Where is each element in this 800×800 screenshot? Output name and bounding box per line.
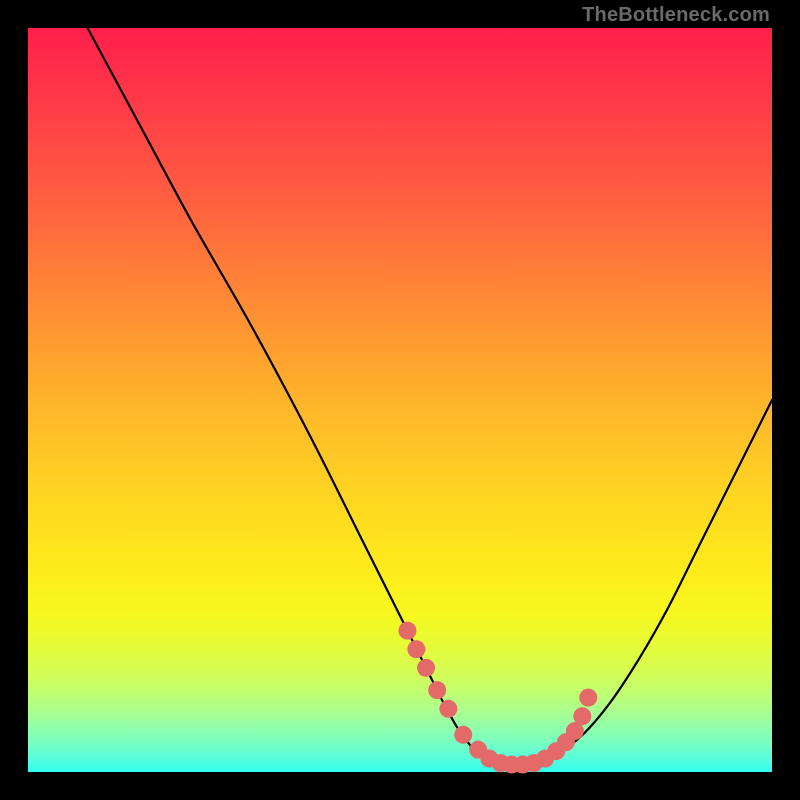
highlight-dot: [579, 689, 597, 707]
highlight-dot: [454, 726, 472, 744]
bottleneck-curve: [88, 28, 772, 765]
highlight-dot: [398, 622, 416, 640]
highlight-dot: [407, 640, 425, 658]
watermark-text: TheBottleneck.com: [582, 4, 770, 27]
highlight-dot: [417, 659, 435, 677]
highlight-dot: [439, 700, 457, 718]
highlight-dot: [428, 681, 446, 699]
highlight-dot: [573, 707, 591, 725]
chart-svg: [28, 28, 772, 772]
highlighted-dots-group: [398, 622, 597, 774]
chart-frame: [28, 28, 772, 772]
